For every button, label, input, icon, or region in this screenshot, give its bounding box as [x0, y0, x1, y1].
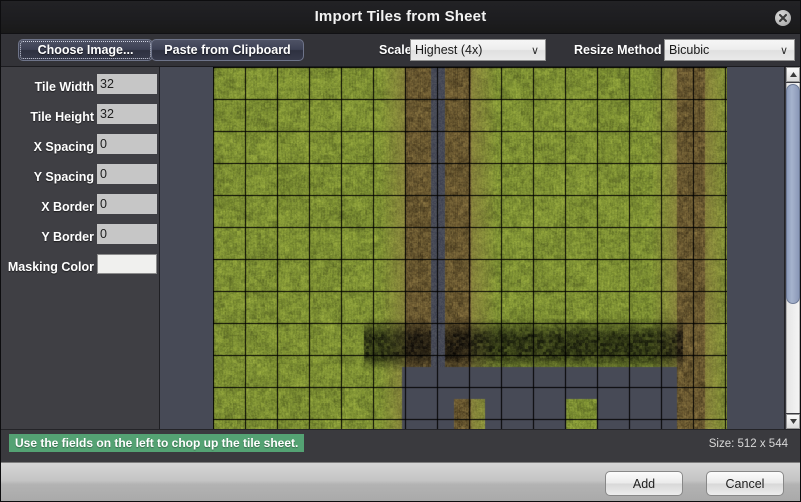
- image-size-label: Size: 512 x 544: [708, 438, 788, 450]
- settings-panel: Tile Width Tile Height X Spacing Y Spacing X…: [1, 67, 160, 429]
- cancel-button[interactable]: Cancel: [706, 471, 784, 496]
- chevron-down-icon: ∨: [779, 44, 788, 57]
- field-input[interactable]: [97, 194, 157, 214]
- field-row: Tile Width: [1, 73, 160, 103]
- choose-image-button[interactable]: Choose Image...: [18, 39, 153, 61]
- masking-color-swatch[interactable]: [97, 254, 157, 274]
- import-tiles-dialog: Import Tiles from Sheet Choose Image... …: [0, 0, 801, 502]
- scale-select-value: Highest (4x): [415, 43, 483, 57]
- tile-sheet-preview[interactable]: [160, 67, 784, 429]
- resize-method-label: Resize Method: [574, 43, 662, 57]
- scale-select[interactable]: Highest (4x) ∨: [410, 39, 546, 61]
- field-label: X Border: [41, 200, 94, 214]
- chevron-down-icon: ∨: [530, 44, 539, 57]
- field-label: Y Border: [41, 230, 94, 244]
- add-button[interactable]: Add: [605, 471, 683, 496]
- field-input[interactable]: [97, 134, 157, 154]
- scroll-up-icon[interactable]: [786, 67, 800, 82]
- tile-sheet-image[interactable]: [213, 67, 727, 429]
- sheet-texture-canvas: [213, 67, 727, 429]
- field-label: Masking Color: [7, 260, 94, 274]
- paste-from-clipboard-button[interactable]: Paste from Clipboard: [151, 39, 304, 61]
- field-row: Masking Color: [1, 253, 160, 283]
- field-row: Y Spacing: [1, 163, 160, 193]
- field-label: Tile Width: [34, 80, 94, 94]
- dialog-footer: Add Cancel: [1, 462, 800, 501]
- field-row: Y Border: [1, 223, 160, 253]
- close-icon[interactable]: [775, 10, 791, 26]
- scale-label: Scale: [379, 43, 412, 57]
- scrollbar-thumb[interactable]: [786, 84, 800, 304]
- field-label: Tile Height: [30, 110, 94, 124]
- field-input[interactable]: [97, 74, 157, 94]
- resize-method-select-value: Bicubic: [669, 43, 710, 57]
- resize-method-select[interactable]: Bicubic ∨: [664, 39, 795, 61]
- field-row: X Border: [1, 193, 160, 223]
- toolbar: Choose Image... Paste from Clipboard Sca…: [1, 34, 800, 67]
- field-row: X Spacing: [1, 133, 160, 163]
- title-bar: Import Tiles from Sheet: [1, 1, 800, 34]
- field-input[interactable]: [97, 224, 157, 244]
- field-input[interactable]: [97, 164, 157, 184]
- field-label: Y Spacing: [33, 170, 94, 184]
- field-label: X Spacing: [33, 140, 94, 154]
- field-input[interactable]: [97, 104, 157, 124]
- status-message: Use the fields on the left to chop up th…: [9, 434, 305, 452]
- status-bar: Use the fields on the left to chop up th…: [1, 429, 800, 462]
- dialog-body: Tile Width Tile Height X Spacing Y Spacing X…: [1, 67, 800, 429]
- page-title: Import Tiles from Sheet: [314, 8, 487, 25]
- preview-vertical-scrollbar[interactable]: [784, 67, 800, 429]
- field-row: Tile Height: [1, 103, 160, 133]
- scroll-down-icon[interactable]: [786, 414, 800, 429]
